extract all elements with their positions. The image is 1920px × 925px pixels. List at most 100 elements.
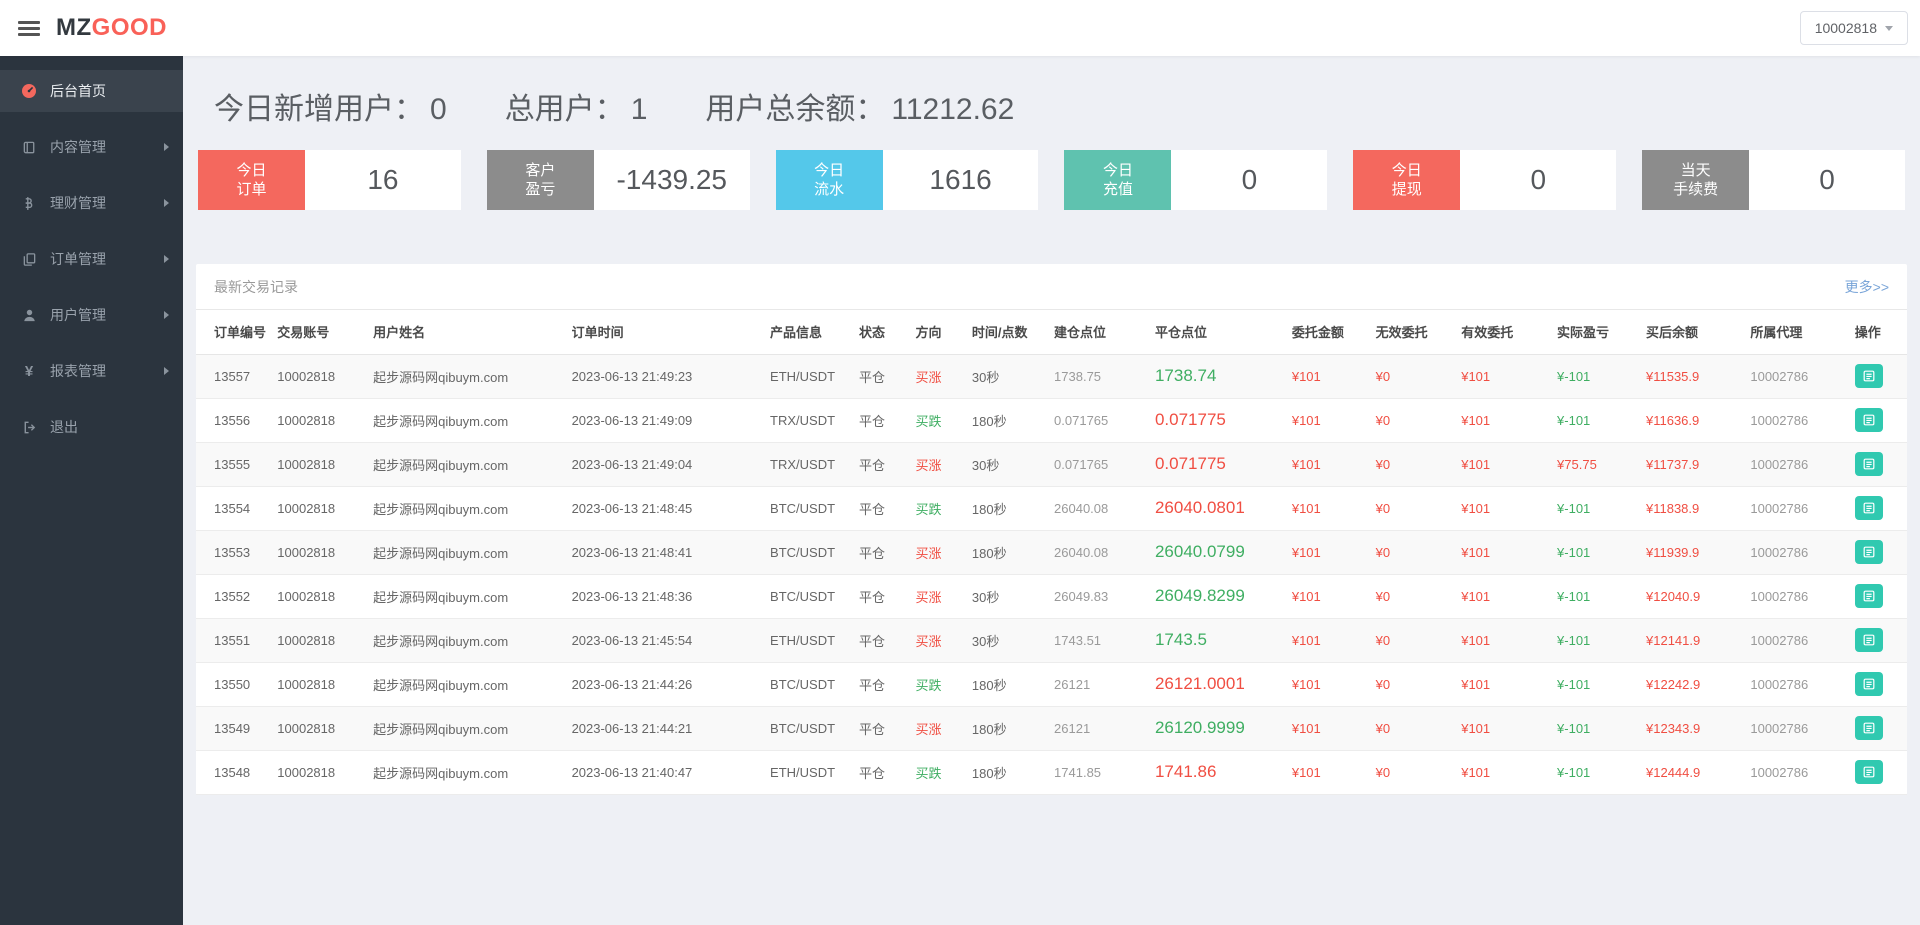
cell-duration: 180秒 (965, 750, 1049, 795)
panel-header: 最新交易记录 更多>> (196, 264, 1907, 310)
order-detail-button[interactable] (1854, 408, 1883, 432)
cell-balance-after: ¥11737.9 (1640, 442, 1745, 487)
cell-duration: 180秒 (965, 662, 1049, 707)
cell-entrust-amount: ¥101 (1285, 398, 1370, 443)
cell-order-no: 13554 (196, 486, 272, 531)
sidebar-item-users[interactable]: 用户管理 (0, 294, 183, 336)
cell-order-no: 13553 (196, 530, 272, 575)
cell-valid-entrust: ¥101 (1455, 618, 1552, 663)
column-header: 建仓点位 (1048, 310, 1149, 355)
cell-entrust-amount: ¥101 (1285, 618, 1370, 663)
bitcoin-icon (20, 196, 38, 211)
table-row: 13553 10002818 起步源码网qibuym.com 2023-06-13 2… (196, 530, 1907, 575)
cell-open-point: 1743.51 (1048, 618, 1149, 663)
order-detail-button[interactable] (1854, 452, 1883, 476)
column-header: 时间/点数 (965, 310, 1049, 355)
list-icon (1862, 501, 1876, 515)
column-header: 操作 (1848, 310, 1907, 355)
sidebar-item-finance[interactable]: 理财管理 (0, 182, 183, 224)
cell-username: 起步源码网qibuym.com (367, 662, 566, 707)
cell-valid-entrust: ¥101 (1455, 706, 1552, 751)
cell-username: 起步源码网qibuym.com (367, 398, 566, 443)
cell-actions (1848, 574, 1907, 619)
summary-label: 总用户： (504, 93, 625, 126)
cell-direction: 买跌 (909, 486, 966, 531)
cell-direction: 买涨 (909, 530, 966, 575)
stat-card-value: 1616 (929, 164, 992, 195)
cell-close-point: 26040.0799 (1148, 530, 1286, 575)
sidebar-item-reports[interactable]: ¥ 报表管理 (0, 350, 183, 392)
order-detail-button[interactable] (1854, 628, 1883, 652)
cell-username: 起步源码网qibuym.com (367, 574, 566, 619)
cell-valid-entrust: ¥101 (1455, 662, 1552, 707)
cell-duration: 30秒 (965, 618, 1049, 663)
cell-actual-profit: ¥-101 (1551, 574, 1640, 619)
sidebar-item-orders[interactable]: 订单管理 (0, 238, 183, 280)
sidebar-item-label: 内容管理 (50, 139, 106, 155)
order-detail-button[interactable] (1854, 672, 1883, 696)
column-header: 产品信息 (764, 310, 853, 355)
stat-card: 当天 手续费 0 (1642, 150, 1905, 210)
cell-invalid-entrust: ¥0 (1369, 398, 1456, 443)
order-detail-button[interactable] (1854, 716, 1883, 740)
cell-product: BTC/USDT (764, 706, 853, 751)
cell-order-time: 2023-06-13 21:40:47 (565, 750, 765, 795)
cell-agent: 10002786 (1744, 706, 1849, 751)
cell-account: 10002818 (271, 486, 368, 531)
brand-logo[interactable]: MZGOOD (56, 14, 167, 42)
cell-agent: 10002786 (1744, 574, 1849, 619)
cell-balance-after: ¥12343.9 (1640, 706, 1745, 751)
cell-entrust-amount: ¥101 (1285, 442, 1370, 487)
order-detail-button[interactable] (1854, 760, 1883, 784)
order-detail-button[interactable] (1854, 496, 1883, 520)
cell-invalid-entrust: ¥0 (1369, 354, 1456, 399)
cell-close-point: 26040.0801 (1148, 486, 1286, 531)
table-row: 13556 10002818 起步源码网qibuym.com 2023-06-13 2… (196, 398, 1907, 443)
cell-actual-profit: ¥-101 (1551, 354, 1640, 399)
sidebar-item-label: 用户管理 (50, 307, 106, 323)
cell-open-point: 1738.75 (1048, 354, 1149, 399)
sidebar-item-content[interactable]: 内容管理 (0, 126, 183, 168)
cell-duration: 180秒 (965, 706, 1049, 751)
cell-actions (1848, 662, 1907, 707)
cell-close-point: 26049.8299 (1148, 574, 1286, 619)
cell-order-no: 13552 (196, 574, 272, 619)
cell-actual-profit: ¥75.75 (1551, 442, 1640, 487)
column-header: 无效委托 (1369, 310, 1456, 355)
cell-product: ETH/USDT (764, 750, 853, 795)
cell-close-point: 1743.5 (1148, 618, 1286, 663)
trades-table: 订单编号 交易账号 用户姓名 订单时间 产品信息 状态 方向 时间/点数 建仓点位 平仓点位 委托金… (196, 310, 1907, 795)
sidebar-item-logout[interactable]: 退出 (0, 406, 183, 448)
column-header: 订单时间 (565, 310, 765, 355)
cell-product: TRX/USDT (764, 442, 853, 487)
cell-account: 10002818 (271, 398, 368, 443)
cell-status: 平仓 (853, 574, 910, 619)
column-header: 状态 (853, 310, 910, 355)
sidebar-item-home[interactable]: 后台首页 (0, 70, 183, 112)
stat-card: 今日 订单 16 (198, 150, 461, 210)
more-link[interactable]: 更多>> (1845, 277, 1889, 297)
cell-valid-entrust: ¥101 (1455, 574, 1552, 619)
cell-valid-entrust: ¥101 (1455, 486, 1552, 531)
list-icon (1862, 589, 1876, 603)
cell-order-time: 2023-06-13 21:49:04 (565, 442, 765, 487)
cell-order-no: 13548 (196, 750, 272, 795)
copy-icon (20, 252, 38, 267)
summary-item: 用户总余额： 11212.62 (705, 84, 1014, 128)
cell-actions (1848, 486, 1907, 531)
cell-status: 平仓 (853, 354, 910, 399)
order-detail-button[interactable] (1854, 540, 1883, 564)
summary-value: 1 (630, 93, 648, 126)
cell-actions (1848, 398, 1907, 443)
cell-actual-profit: ¥-101 (1551, 662, 1640, 707)
menu-icon[interactable] (18, 18, 40, 39)
cell-order-no: 13556 (196, 398, 272, 443)
book-icon (20, 140, 38, 155)
account-dropdown[interactable]: 10002818 (1799, 11, 1908, 45)
cell-direction: 买涨 (909, 618, 966, 663)
order-detail-button[interactable] (1854, 364, 1883, 388)
trades-panel: 最新交易记录 更多>> 订单编号 交易账号 用户姓名 订单时间 产品信息 状态 方向 时间/点… (196, 264, 1907, 795)
order-detail-button[interactable] (1854, 584, 1883, 608)
cell-open-point: 0.071765 (1048, 398, 1149, 443)
table-header-row: 订单编号 交易账号 用户姓名 订单时间 产品信息 状态 方向 时间/点数 建仓点位 平仓点位 委托金… (196, 310, 1907, 355)
